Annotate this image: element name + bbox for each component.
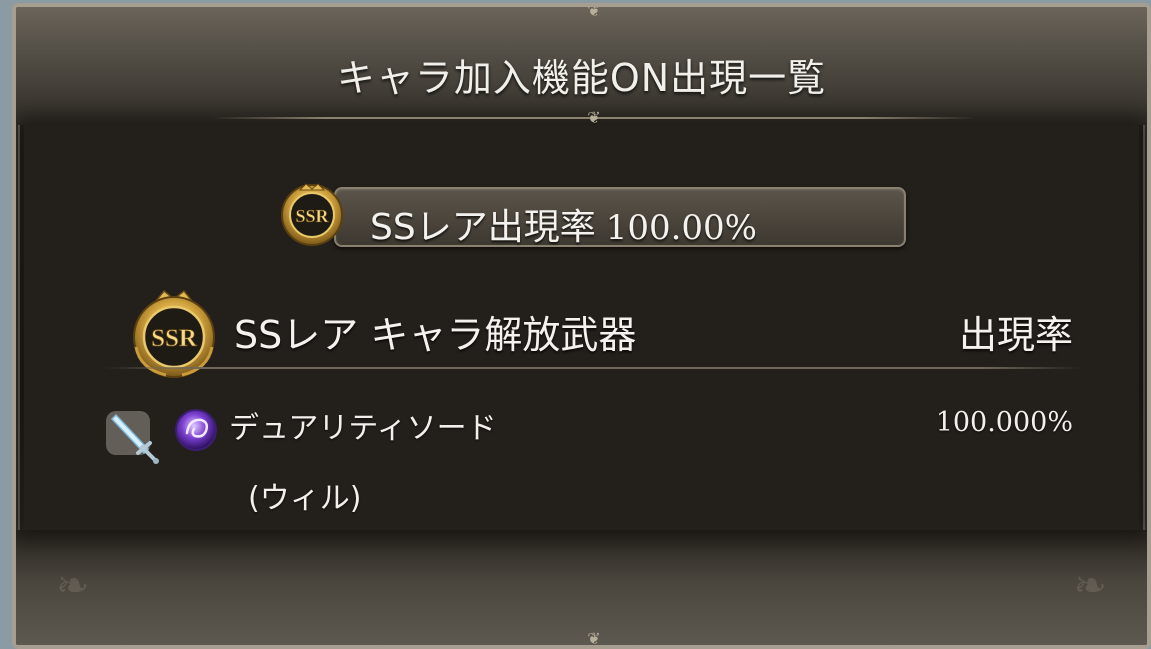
ssr-badge-small-text: SSR — [295, 206, 329, 226]
ssr-badge-large-text: SSR — [151, 325, 198, 352]
rate-column-header: 出現率 — [958, 313, 1073, 357]
section-divider — [104, 367, 1082, 369]
item-name: デュアリティソード — [229, 411, 497, 446]
ssr-rate-text: SSレア出現率 100.00% — [370, 198, 757, 250]
sword-icon — [106, 411, 159, 464]
ssr-rate-bar: SSレア出現率 100.00% — [334, 187, 906, 250]
dialog-frame: ❦ キャラ加入機能ON出現一覧 ❦ SSレア出現率 100.00% SSR SS… — [12, 3, 1151, 649]
item-rate: 100.000% — [935, 407, 1073, 438]
dialog-title: キャラ加入機能ON出現一覧 — [336, 56, 827, 100]
section-title: SSレア キャラ解放武器 — [234, 313, 637, 357]
ssr-rate-value: 100.00% — [605, 208, 757, 248]
bottom-ornament-icon: ❦ — [587, 629, 601, 648]
top-ornament-icon: ❦ — [587, 3, 601, 20]
ssr-rate-label: SSレア出現率 — [370, 207, 596, 248]
title-divider-ornament-icon: ❦ — [587, 108, 601, 127]
bottom-decoration: ❧ — [56, 563, 90, 609]
dialog-footer-band — [16, 530, 1147, 645]
bottom-decoration: ❧ — [1073, 563, 1107, 609]
ssr-badge-small-icon: SSR — [281, 183, 343, 246]
item-character: (ウィル) — [248, 481, 362, 516]
dark-element-icon — [175, 409, 217, 451]
